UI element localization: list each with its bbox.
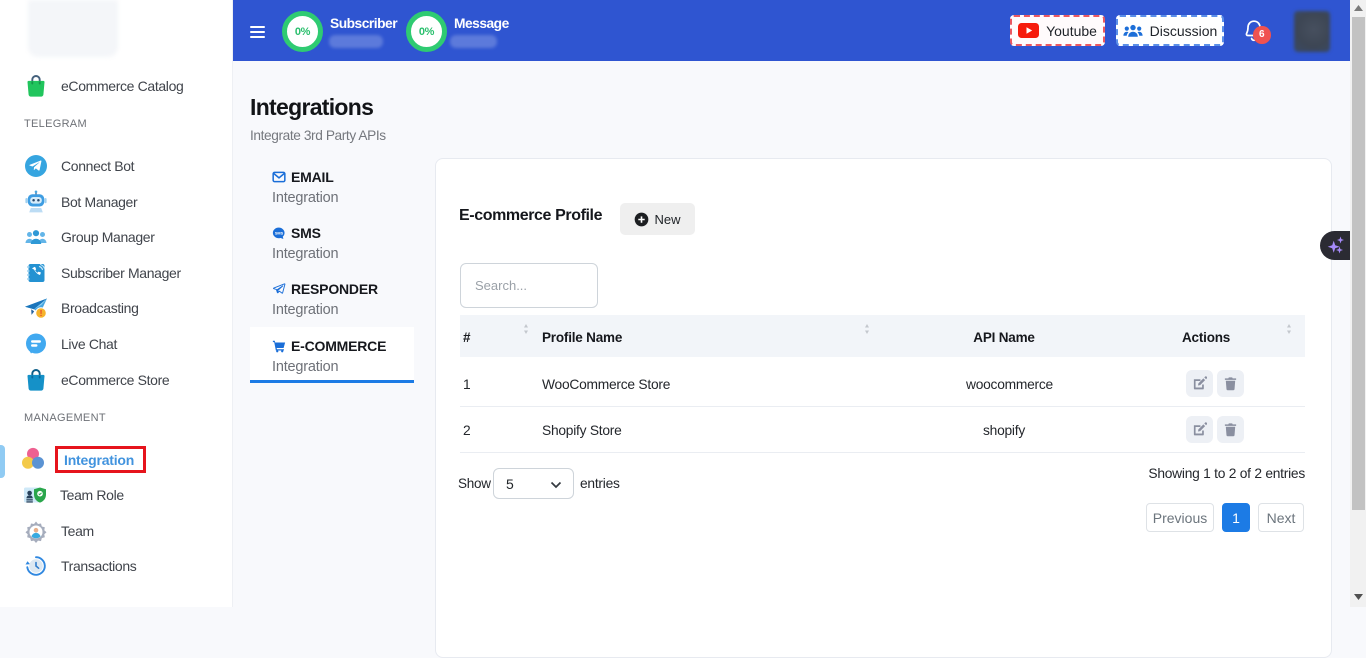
svg-text:!: ! [40,308,43,318]
svg-text:SMS: SMS [275,231,284,235]
